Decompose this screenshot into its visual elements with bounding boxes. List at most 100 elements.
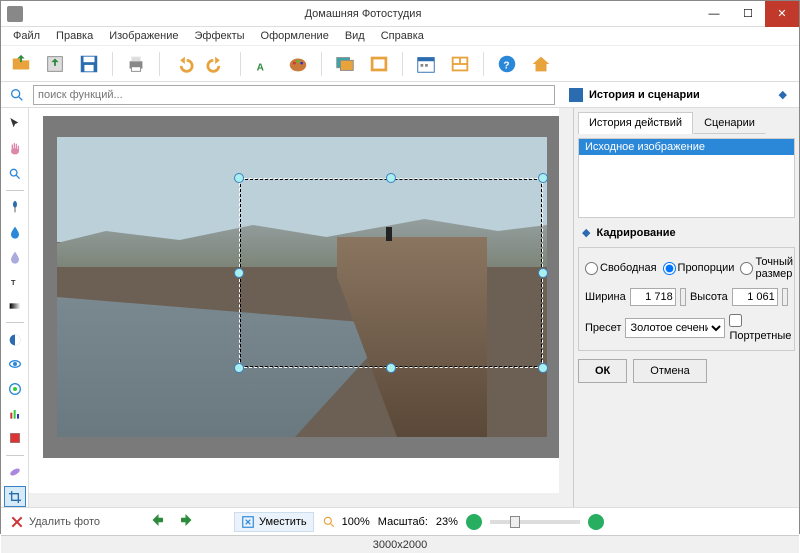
delete-photo-button[interactable]: Удалить фото [9, 514, 100, 530]
width-spinner[interactable] [680, 288, 686, 306]
crop-mode-proportions[interactable]: Пропорции [663, 262, 735, 275]
status-bar: 3000x2000 [1, 535, 799, 553]
crop-mode-free[interactable]: Свободная [585, 262, 657, 275]
crop-selection[interactable] [239, 178, 543, 368]
preset-select[interactable]: Золотое сечени [625, 318, 725, 338]
calendar-icon[interactable] [412, 50, 440, 78]
crop-handle-tr[interactable] [538, 173, 548, 183]
menu-edit[interactable]: Правка [50, 28, 99, 44]
crop-panel-title: Кадрирование [596, 227, 675, 239]
zoom-100-label[interactable]: 100% [342, 516, 370, 528]
cancel-button[interactable]: Отмена [633, 359, 706, 383]
crop-handle-bm[interactable] [386, 363, 396, 373]
crop-handle-mr[interactable] [538, 268, 548, 278]
levels-tool-icon[interactable] [4, 403, 26, 424]
zoom-in-button[interactable] [588, 514, 604, 530]
width-input[interactable] [630, 288, 676, 306]
menu-file[interactable]: Файл [7, 28, 46, 44]
history-panel-title: История и сценарии [589, 89, 700, 101]
color-tool-icon[interactable] [4, 379, 26, 400]
redeye-tool-icon[interactable] [4, 354, 26, 375]
undo-icon[interactable] [169, 50, 197, 78]
prev-photo-button[interactable] [146, 511, 168, 532]
minimize-button[interactable]: — [697, 1, 731, 27]
palette-icon[interactable] [284, 50, 312, 78]
history-tabs: История действий Сценарии [578, 112, 795, 134]
zoom-slider-thumb[interactable] [510, 516, 520, 528]
collage-icon[interactable] [446, 50, 474, 78]
brush-tool-icon[interactable] [4, 197, 26, 218]
crop-border [239, 178, 543, 368]
crop-options: Свободная Пропорции Точный размер Ширина… [578, 247, 795, 351]
portrait-checkbox[interactable]: Портретные [729, 314, 791, 342]
delete-icon [9, 514, 25, 530]
collapse-icon[interactable]: ◆ [779, 88, 787, 101]
zoom-100-icon[interactable] [322, 515, 336, 529]
crop-handle-bl[interactable] [234, 363, 244, 373]
menu-help[interactable]: Справка [375, 28, 430, 44]
crop-tool-icon[interactable] [4, 486, 26, 507]
history-panel-header: История и сценарии ◆ [561, 88, 793, 102]
maximize-button[interactable]: ☐ [731, 1, 765, 27]
menu-decor[interactable]: Оформление [255, 28, 335, 44]
contrast-tool-icon[interactable] [4, 329, 26, 350]
drop-tool-icon[interactable] [4, 222, 26, 243]
frame-icon[interactable] [365, 50, 393, 78]
fit-icon [241, 515, 255, 529]
gradient-tool-icon[interactable] [4, 296, 26, 317]
search-input[interactable] [33, 85, 555, 105]
print-icon[interactable] [122, 50, 150, 78]
main-toolbar: A ? [1, 46, 799, 82]
open-icon[interactable] [7, 50, 35, 78]
crop-mode-exact[interactable]: Точный размер [740, 256, 793, 280]
ok-button[interactable]: ОК [578, 359, 627, 383]
detail-tool-icon[interactable] [4, 428, 26, 449]
export-icon[interactable] [41, 50, 69, 78]
close-button[interactable]: ✕ [765, 1, 799, 27]
scale-label: Масштаб: [378, 516, 428, 528]
save-icon[interactable] [75, 50, 103, 78]
history-list[interactable]: Исходное изображение [578, 138, 795, 218]
height-input[interactable] [732, 288, 778, 306]
home-icon[interactable] [527, 50, 555, 78]
history-item[interactable]: Исходное изображение [579, 139, 794, 155]
text-tool-icon[interactable]: T [4, 271, 26, 292]
tool-palette: T [1, 108, 29, 507]
zoom-tool-icon[interactable] [4, 163, 26, 184]
crop-handle-tm[interactable] [386, 173, 396, 183]
fit-button[interactable]: Уместить [234, 512, 314, 532]
crop-handle-br[interactable] [538, 363, 548, 373]
redo-icon[interactable] [203, 50, 231, 78]
crop-handle-ml[interactable] [234, 268, 244, 278]
menu-image[interactable]: Изображение [103, 28, 184, 44]
tab-scenarios[interactable]: Сценарии [693, 112, 766, 134]
hand-tool-icon[interactable] [4, 139, 26, 160]
window-title: Домашняя Фотостудия [29, 8, 697, 20]
svg-text:A: A [257, 62, 265, 73]
app-icon [7, 6, 23, 22]
zoom- -button[interactable] [466, 514, 482, 530]
vertical-scrollbar[interactable] [559, 108, 573, 507]
image-dimensions: 3000x2000 [373, 539, 427, 551]
next-photo-button[interactable] [176, 511, 198, 532]
height-label: Высота [690, 291, 728, 303]
gallery-icon[interactable] [331, 50, 359, 78]
svg-text:T: T [11, 278, 16, 287]
canvas-area [29, 108, 573, 507]
heal-tool-icon[interactable] [4, 462, 26, 483]
menu-bar: Файл Правка Изображение Эффекты Оформлен… [1, 27, 799, 46]
horizontal-scrollbar[interactable] [29, 493, 559, 507]
tab-history[interactable]: История действий [578, 112, 693, 134]
blur-tool-icon[interactable] [4, 246, 26, 267]
text-icon[interactable]: A [250, 50, 278, 78]
expand-icon[interactable]: ◆ [582, 226, 590, 239]
pointer-tool-icon[interactable] [4, 114, 26, 135]
help-icon[interactable]: ? [493, 50, 521, 78]
menu-effects[interactable]: Эффекты [189, 28, 251, 44]
zoom-slider[interactable] [490, 520, 580, 524]
crop-handle-tl[interactable] [234, 173, 244, 183]
menu-view[interactable]: Вид [339, 28, 371, 44]
search-icon[interactable] [7, 85, 27, 105]
canvas-background [43, 116, 561, 458]
height-spinner[interactable] [782, 288, 788, 306]
